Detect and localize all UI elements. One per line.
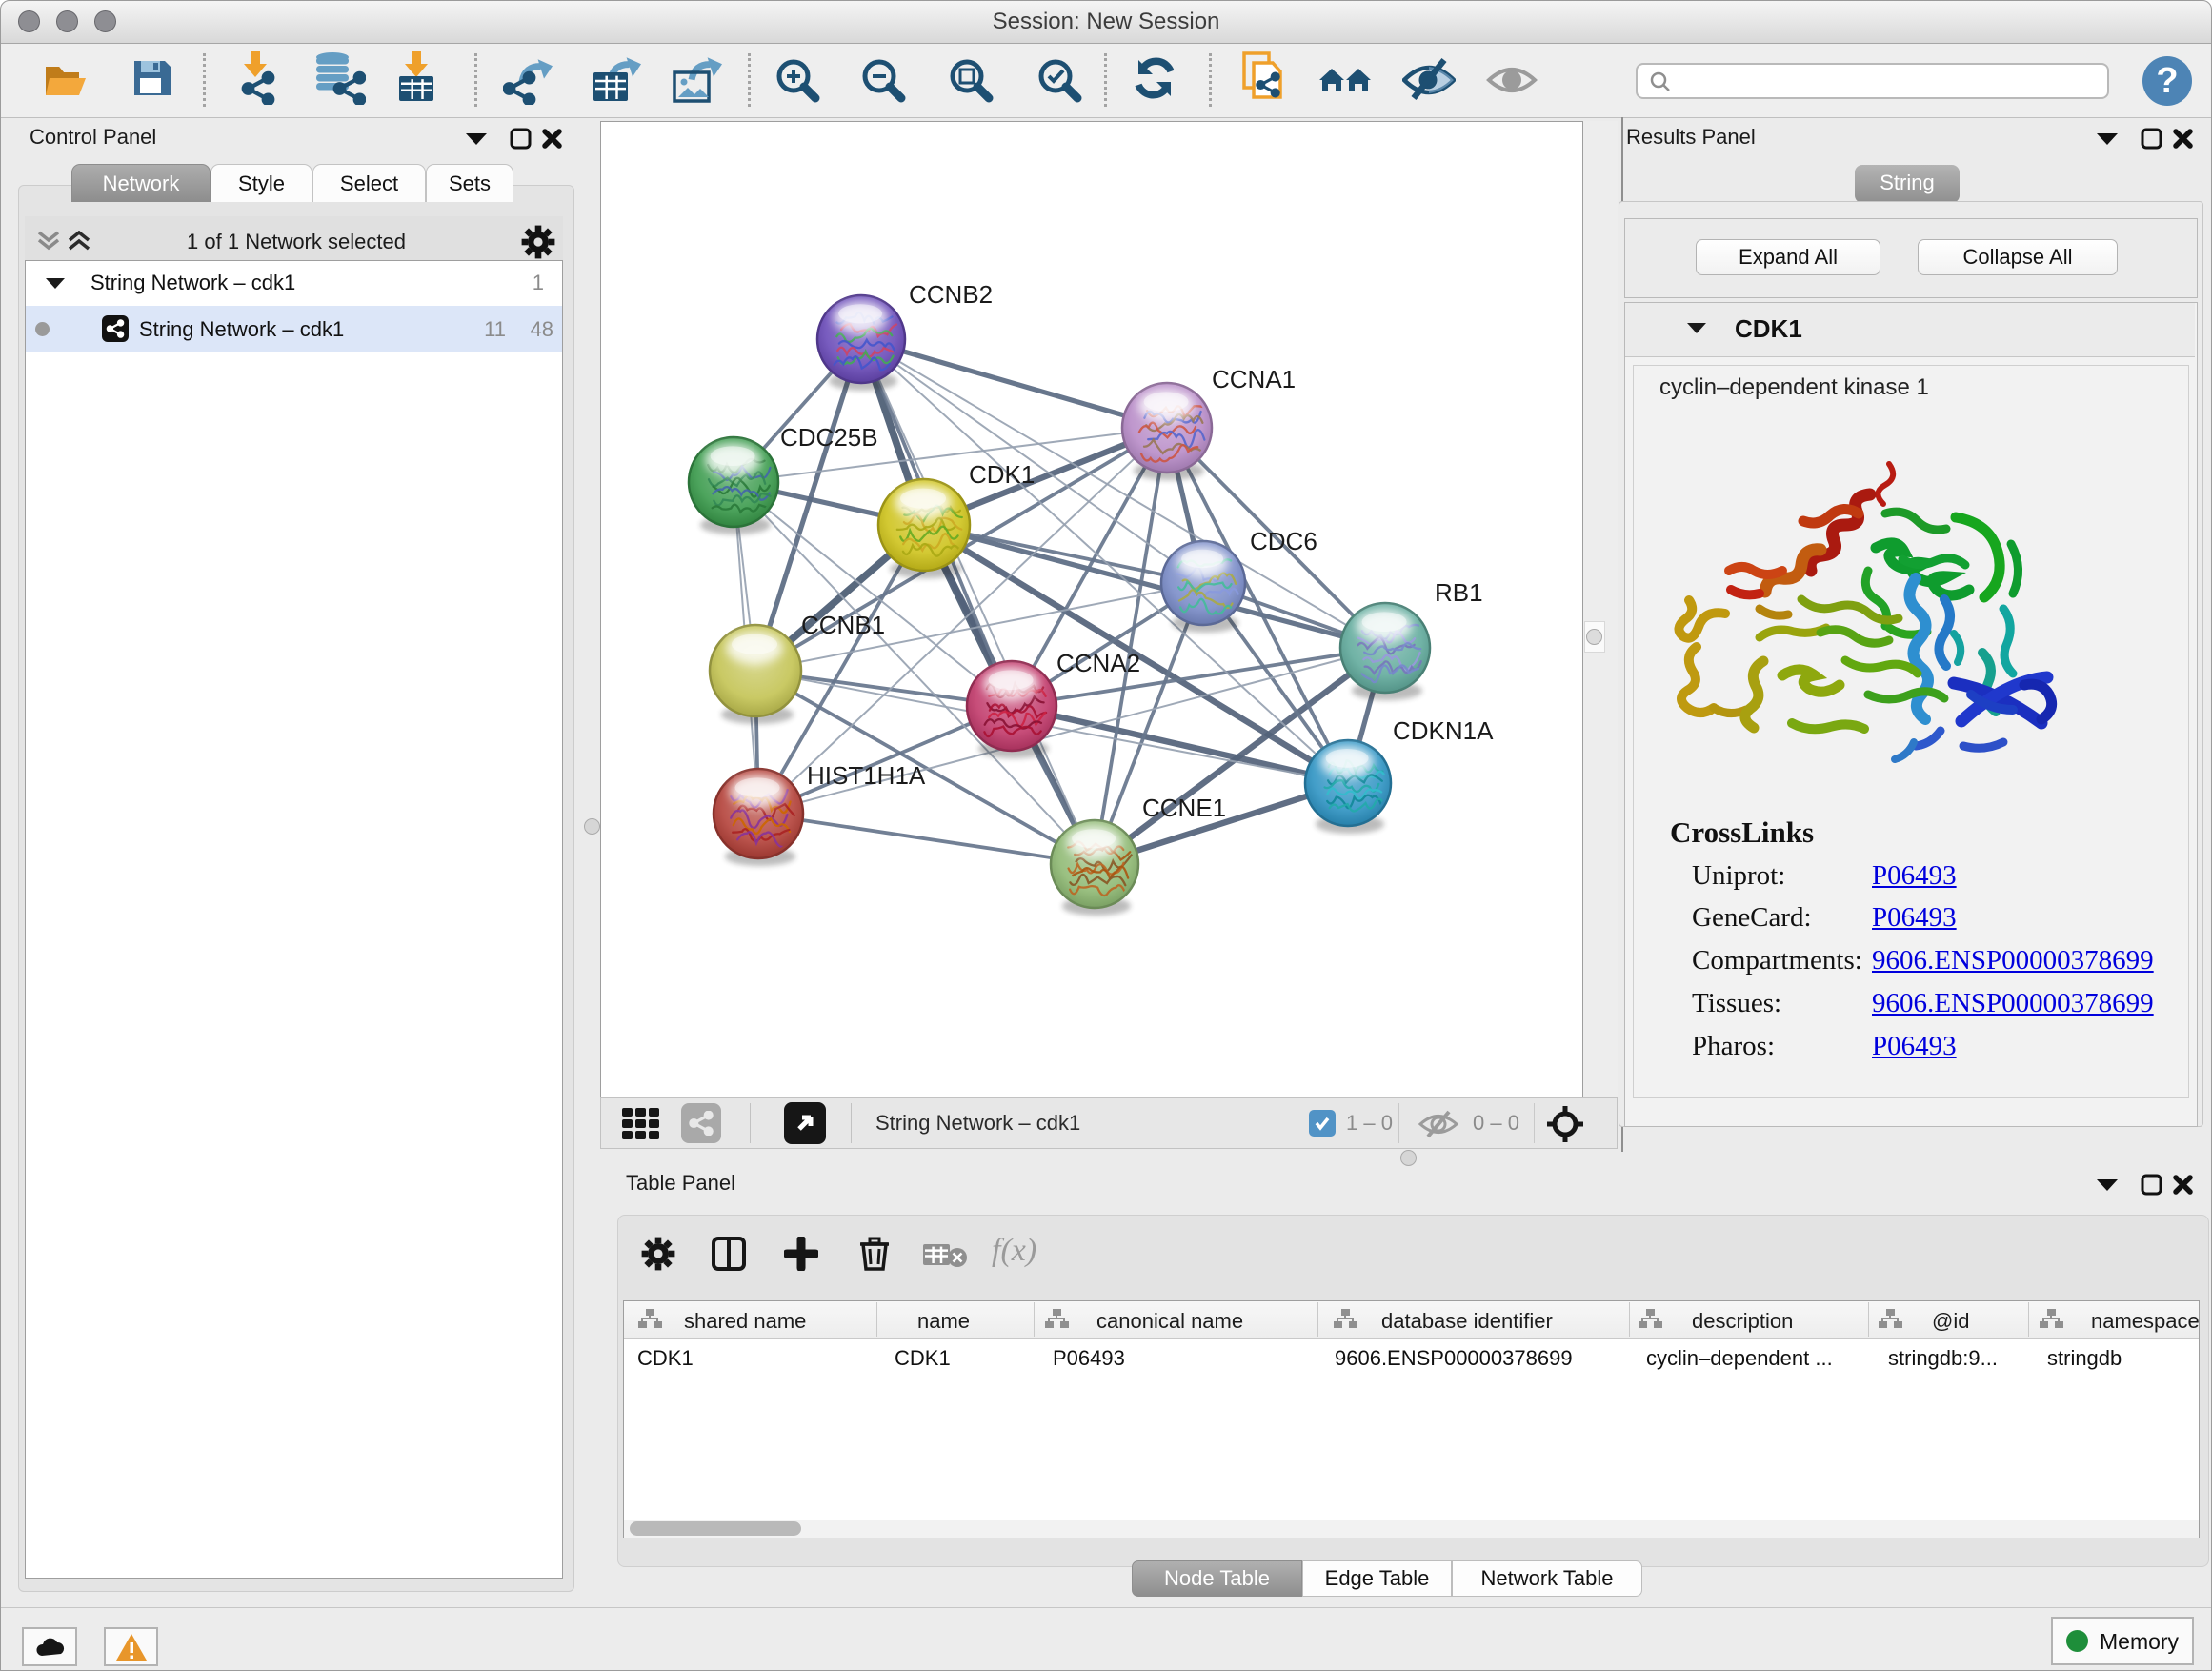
svg-text:CCNA1: CCNA1	[1212, 365, 1296, 393]
svg-text:RB1: RB1	[1435, 578, 1483, 607]
svg-text:CDK1: CDK1	[969, 460, 1035, 489]
svg-text:HIST1H1A: HIST1H1A	[807, 761, 926, 790]
svg-text:CCNB2: CCNB2	[909, 280, 993, 309]
svg-text:CDC6: CDC6	[1250, 527, 1317, 555]
svg-text:CCNA2: CCNA2	[1056, 649, 1140, 677]
svg-text:CDKN1A: CDKN1A	[1393, 716, 1494, 745]
svg-text:CCNE1: CCNE1	[1142, 794, 1226, 822]
svg-text:CDC25B: CDC25B	[780, 423, 878, 452]
svg-text:CCNB1: CCNB1	[801, 611, 885, 639]
